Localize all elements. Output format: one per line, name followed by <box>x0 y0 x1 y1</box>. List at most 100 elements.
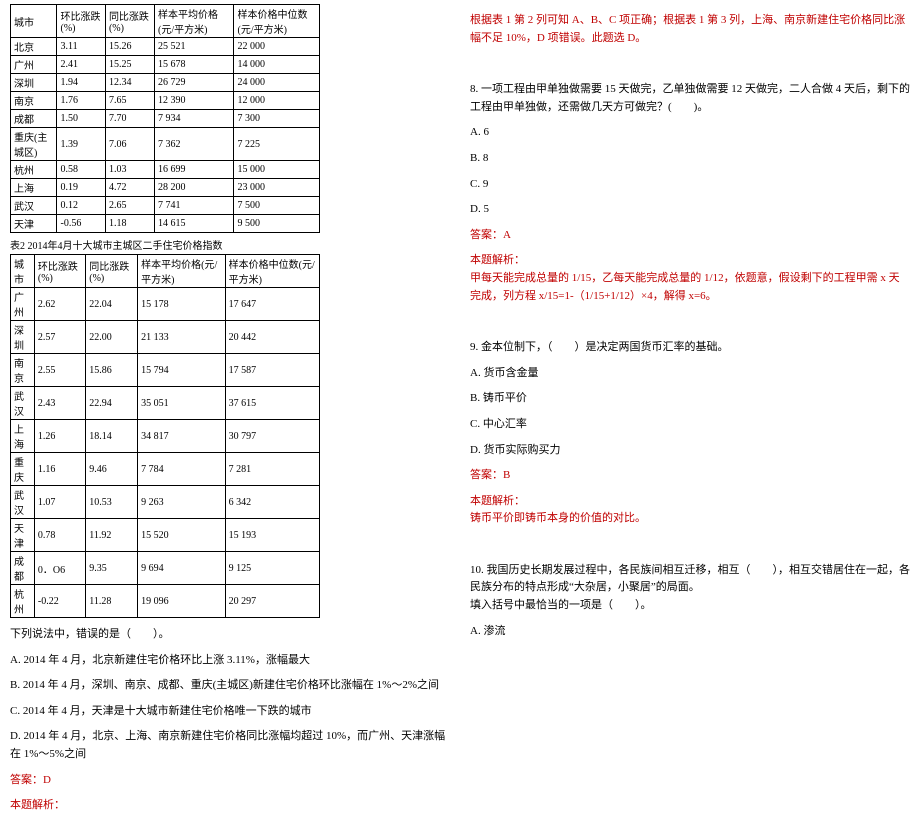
t1-c: 12 000 <box>234 92 320 110</box>
t1-c: 12.34 <box>105 74 154 92</box>
q8-stem: 8. 一项工程由甲单独做需要 15 天做完，乙单独做需要 12 天做完，二人合做… <box>470 81 910 116</box>
t2-c: 6 342 <box>225 486 319 519</box>
t1-c: 16 699 <box>155 161 234 179</box>
t2-c: 15 794 <box>138 354 225 387</box>
t1-c: 14 615 <box>155 215 234 233</box>
t2-c: 15 178 <box>138 288 225 321</box>
t2-c: 2.43 <box>34 387 85 420</box>
q9-stem: 9. 金本位制下，（ ）是决定两国货币汇率的基础。 <box>470 339 910 357</box>
t1-c: 2.41 <box>57 56 105 74</box>
q8-answer: 答案：A <box>470 227 910 245</box>
t1-c: 成都 <box>11 110 57 128</box>
table-2: 城市 环比涨跌(%) 同比涨跌(%) 样本平均价格(元/平方米) 样本价格中位数… <box>10 254 320 618</box>
t2-c: 重庆 <box>11 453 35 486</box>
q7-option-a: A. 2014 年 4 月，北京新建住宅价格环比上涨 3.11%，涨幅最大 <box>10 652 450 670</box>
t1-c: 武汉 <box>11 197 57 215</box>
q7-answer: 答案：D <box>10 772 450 790</box>
t2-c: -0.22 <box>34 585 85 618</box>
t1-c: 上海 <box>11 179 57 197</box>
t2-h-4: 样本价格中位数(元/平方米) <box>225 255 319 288</box>
t1-c: 7.65 <box>105 92 154 110</box>
t1-c: 1.03 <box>105 161 154 179</box>
t2-c: 9 263 <box>138 486 225 519</box>
t2-c: 20 297 <box>225 585 319 618</box>
t1-c: 0.58 <box>57 161 105 179</box>
t1-c: 28 200 <box>155 179 234 197</box>
t1-c: 7 300 <box>234 110 320 128</box>
t2-c: 10.53 <box>86 486 138 519</box>
t2-c: 15 520 <box>138 519 225 552</box>
t2-c: 9 125 <box>225 552 319 585</box>
t1-c: 1.18 <box>105 215 154 233</box>
t2-h-0: 城市 <box>11 255 35 288</box>
t2-c: 34 817 <box>138 420 225 453</box>
table-1: 城市 环比涨跌(%) 同比涨跌(%) 样本平均价格(元/平方米) 样本价格中位数… <box>10 4 320 233</box>
t2-c: 15 193 <box>225 519 319 552</box>
t1-c: 天津 <box>11 215 57 233</box>
t1-c: 南京 <box>11 92 57 110</box>
q7-parse: 根据表 1 第 2 列可知 A、B、C 项正确；根据表 1 第 3 列，上海、南… <box>470 12 910 47</box>
q10-stem-2: 填入括号中最恰当的一项是（ ）。 <box>470 597 910 615</box>
t2-c: 南京 <box>11 354 35 387</box>
t1-h-1: 环比涨跌(%) <box>57 5 105 38</box>
t1-c: 25 521 <box>155 38 234 56</box>
q8-parse-label: 本题解析： <box>470 252 910 270</box>
t2-c: 2.62 <box>34 288 85 321</box>
t1-c: 23 000 <box>234 179 320 197</box>
t2-c: 11.28 <box>86 585 138 618</box>
t1-h-2: 同比涨跌(%) <box>105 5 154 38</box>
table-2-title: 表2 2014年4月十大城市主城区二手住宅价格指数 <box>10 237 450 252</box>
q8-option-a: A. 6 <box>470 124 910 142</box>
t1-c: 广州 <box>11 56 57 74</box>
t1-c: 重庆(主城区) <box>11 128 57 161</box>
t1-c: 7 362 <box>155 128 234 161</box>
t2-c: 9.46 <box>86 453 138 486</box>
t1-c: 3.11 <box>57 38 105 56</box>
q8-option-d: D. 5 <box>470 201 910 219</box>
t1-h-0: 城市 <box>11 5 57 38</box>
t2-c: 21 133 <box>138 321 225 354</box>
t2-h-2: 同比涨跌(%) <box>86 255 138 288</box>
t1-c: 15.25 <box>105 56 154 74</box>
t1-c: 北京 <box>11 38 57 56</box>
t2-c: 武汉 <box>11 486 35 519</box>
t2-h-1: 环比涨跌(%) <box>34 255 85 288</box>
t1-c: 1.50 <box>57 110 105 128</box>
t2-c: 37 615 <box>225 387 319 420</box>
q10-option-a: A. 渗流 <box>470 623 910 641</box>
t2-c: 杭州 <box>11 585 35 618</box>
t2-c: 上海 <box>11 420 35 453</box>
t2-h-3: 样本平均价格(元/平方米) <box>138 255 225 288</box>
q10-stem-1: 10. 我国历史长期发展过程中，各民族间相互迁移，相互（ ），相互交错居住在一起… <box>470 562 910 597</box>
q9-option-b: B. 铸币平价 <box>470 390 910 408</box>
t1-c: 7 741 <box>155 197 234 215</box>
t2-c: 1.07 <box>34 486 85 519</box>
t1-c: 0.19 <box>57 179 105 197</box>
t2-c: 9 694 <box>138 552 225 585</box>
q9-option-d: D. 货币实际购买力 <box>470 442 910 460</box>
q8-option-b: B. 8 <box>470 150 910 168</box>
t1-c: 7 225 <box>234 128 320 161</box>
q8-option-c: C. 9 <box>470 176 910 194</box>
t1-h-3: 样本平均价格(元/平方米) <box>155 5 234 38</box>
t1-c: -0.56 <box>57 215 105 233</box>
t2-c: 2.57 <box>34 321 85 354</box>
q9-answer: 答案：B <box>470 467 910 485</box>
t2-c: 18.14 <box>86 420 138 453</box>
t1-h-4: 样本价格中位数(元/平方米) <box>234 5 320 38</box>
q7-option-c: C. 2014 年 4 月，天津是十大城市新建住宅价格唯一下跌的城市 <box>10 703 450 721</box>
t1-c: 7 500 <box>234 197 320 215</box>
q9-parse: 铸币平价即铸币本身的价值的对比。 <box>470 510 910 528</box>
t1-c: 2.65 <box>105 197 154 215</box>
t2-c: 30 797 <box>225 420 319 453</box>
t1-c: 22 000 <box>234 38 320 56</box>
t1-c: 12 390 <box>155 92 234 110</box>
t2-c: 22.94 <box>86 387 138 420</box>
t2-c: 天津 <box>11 519 35 552</box>
t1-c: 15.26 <box>105 38 154 56</box>
t2-c: 9.35 <box>86 552 138 585</box>
t2-c: 22.04 <box>86 288 138 321</box>
t2-c: 11.92 <box>86 519 138 552</box>
t2-c: 20 442 <box>225 321 319 354</box>
t2-c: 0.78 <box>34 519 85 552</box>
